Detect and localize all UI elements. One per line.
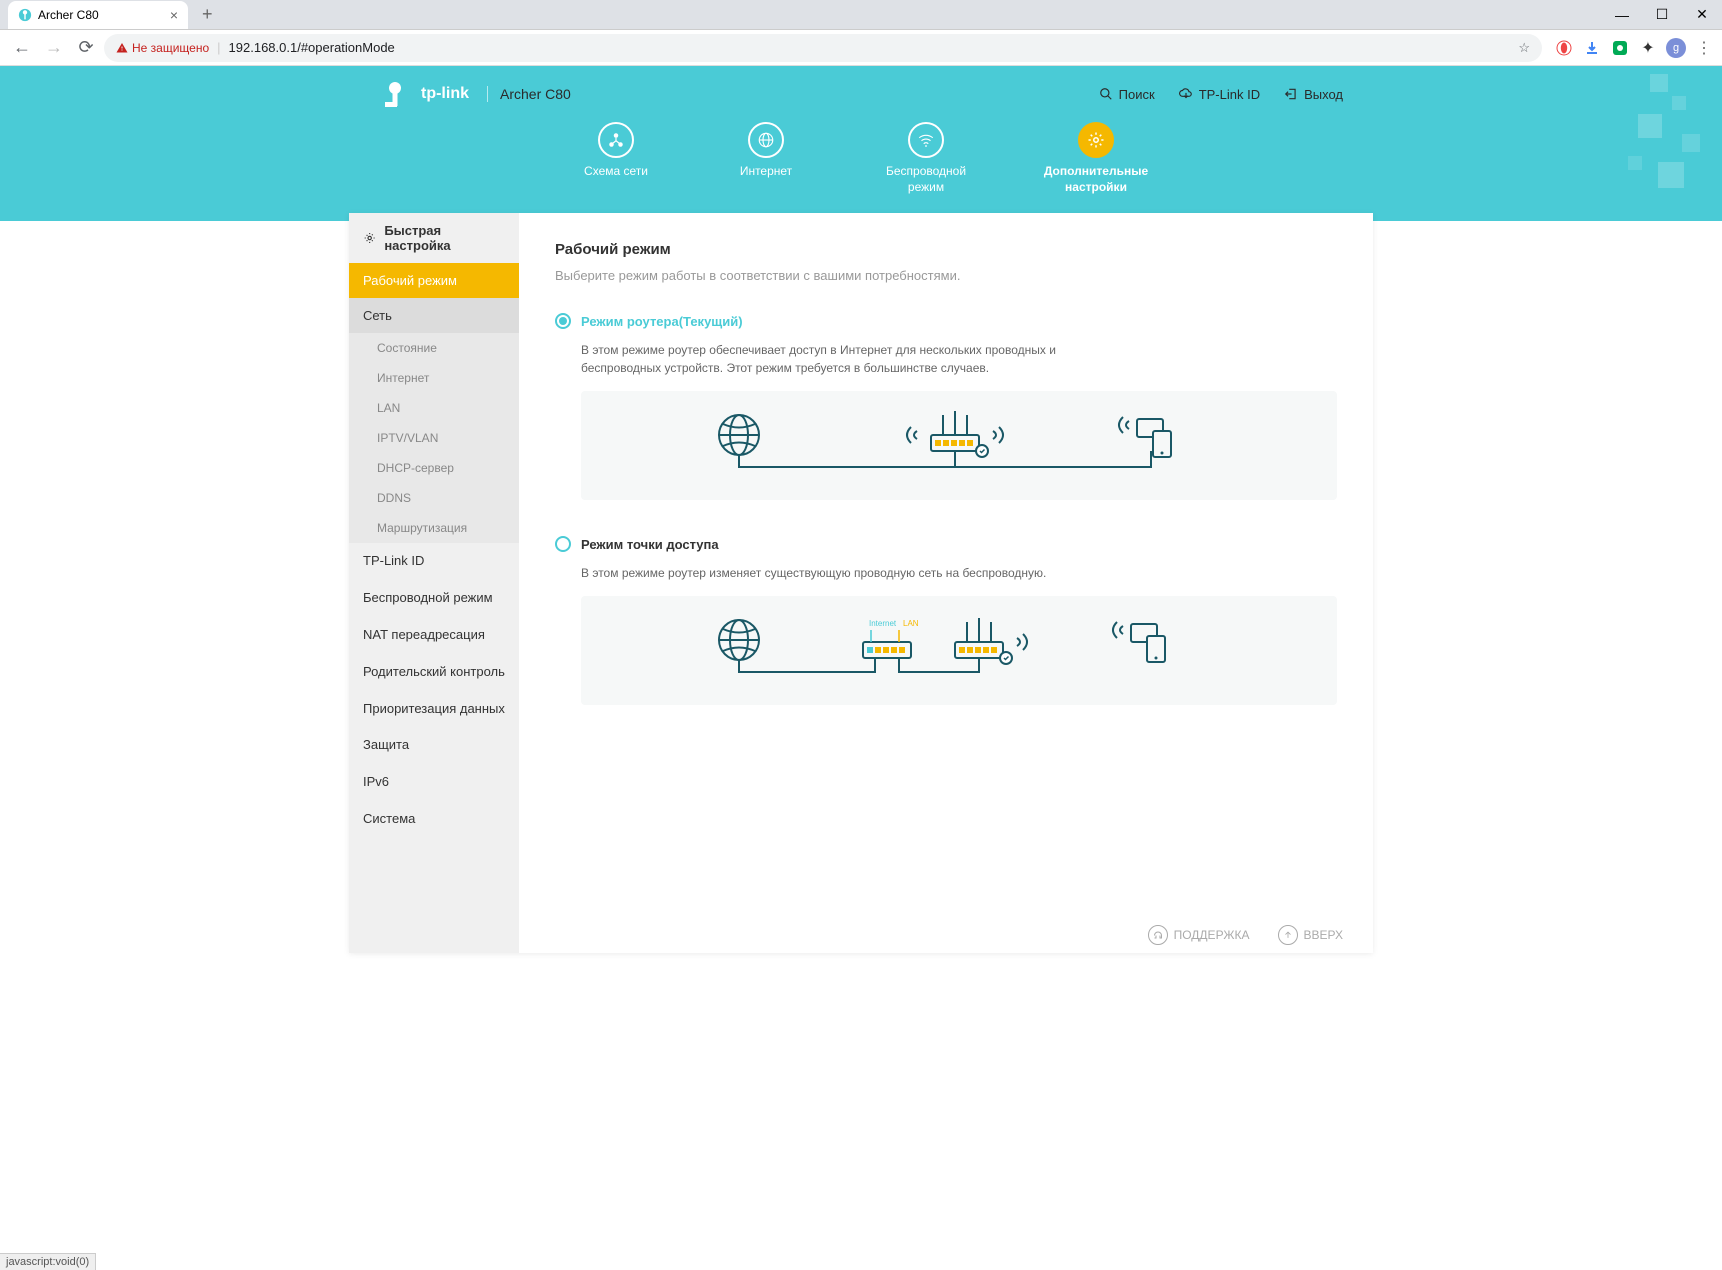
sidebar-qos[interactable]: Приоритезация данных <box>349 691 519 728</box>
sidebar-security[interactable]: Защита <box>349 727 519 764</box>
sidebar-sub-ddns[interactable]: DDNS <box>349 483 519 513</box>
account-action[interactable]: TP-Link ID <box>1179 87 1260 102</box>
sb-label: Быстрая настройка <box>384 223 505 253</box>
arrow-up-icon <box>1278 925 1298 945</box>
gear-icon <box>1087 131 1105 149</box>
support-label: ПОДДЕРЖКА <box>1174 928 1250 942</box>
tab-advanced[interactable]: Дополнительные настройки <box>1041 122 1151 195</box>
support-button[interactable]: ПОДДЕРЖКА <box>1148 925 1250 945</box>
ext-download-icon[interactable] <box>1582 38 1602 58</box>
mode-router-desc: В этом режиме роутер обеспечивает доступ… <box>581 341 1091 377</box>
browser-menu-icon[interactable]: ⋮ <box>1694 38 1714 58</box>
bookmark-star-icon[interactable]: ☆ <box>1518 40 1530 56</box>
sidebar-nat[interactable]: NAT переадресация <box>349 617 519 654</box>
page-footer: ПОДДЕРЖКА ВВЕРХ <box>1148 925 1343 945</box>
panel-subtitle: Выберите режим работы в соответствии с в… <box>555 268 1337 283</box>
sidebar-quick-setup[interactable]: Быстрая настройка <box>349 213 519 263</box>
app-header: tp-link Archer C80 Поиск TP-Link ID Выхо… <box>0 66 1722 221</box>
panel-title: Рабочий режим <box>555 241 1337 258</box>
sidebar-sub-internet[interactable]: Интернет <box>349 363 519 393</box>
logout-action[interactable]: Выход <box>1284 87 1343 102</box>
tab-title: Archer C80 <box>38 8 99 22</box>
diag-label-internet: Internet <box>869 619 897 628</box>
browser-status-bar: javascript:void(0) <box>0 1253 96 1270</box>
sidebar-tplink-id[interactable]: TP-Link ID <box>349 543 519 580</box>
browser-tab[interactable]: Archer C80 × <box>8 1 188 29</box>
content-card: Быстрая настройка Рабочий режим Сеть Сос… <box>349 213 1373 953</box>
cloud-icon <box>1179 87 1193 101</box>
headset-icon <box>1148 925 1168 945</box>
window-controls: — ☐ ✕ <box>1602 0 1722 30</box>
main-panel: Рабочий режим Выберите режим работы в со… <box>519 213 1373 953</box>
browser-tab-strip: Archer C80 × + — ☐ ✕ <box>0 0 1722 30</box>
account-label: TP-Link ID <box>1199 87 1260 102</box>
sidebar-operation-mode[interactable]: Рабочий режим <box>349 263 519 298</box>
insecure-label: Не защищено <box>132 41 209 55</box>
tab-favicon <box>18 8 32 22</box>
sidebar-network[interactable]: Сеть <box>349 298 519 333</box>
main-tabs: Схема сети Интернет Беспроводной режим Д… <box>0 122 1722 195</box>
search-action[interactable]: Поиск <box>1099 87 1155 102</box>
brand-logo: tp-link Archer C80 <box>379 78 571 110</box>
sidebar-ipv6[interactable]: IPv6 <box>349 764 519 801</box>
search-label: Поиск <box>1119 87 1155 102</box>
url-text: 192.168.0.1/#operationMode <box>229 40 395 55</box>
maximize-button[interactable]: ☐ <box>1642 0 1682 30</box>
sidebar-wireless[interactable]: Беспроводной режим <box>349 580 519 617</box>
mode-router-option: Режим роутера(Текущий) В этом режиме роу… <box>555 313 1337 500</box>
tab-label: Беспроводной режим <box>871 164 981 195</box>
router-mode-diagram <box>581 391 1337 500</box>
tab-label: Дополнительные настройки <box>1041 164 1151 195</box>
extensions-area: ✦ g ⋮ <box>1546 38 1714 58</box>
browser-toolbar: ← → ⟳ Не защищено | 192.168.0.1/#operati… <box>0 30 1722 66</box>
sidebar-sub-routing[interactable]: Маршрутизация <box>349 513 519 543</box>
minimize-button[interactable]: — <box>1602 0 1642 30</box>
top-label: ВВЕРХ <box>1304 928 1343 942</box>
tab-internet[interactable]: Интернет <box>721 122 811 195</box>
globe-icon <box>757 131 775 149</box>
profile-avatar[interactable]: g <box>1666 38 1686 58</box>
sidebar-sub-status[interactable]: Состояние <box>349 333 519 363</box>
sidebar-sub-iptv[interactable]: IPTV/VLAN <box>349 423 519 453</box>
radio-router-mode[interactable] <box>555 313 571 329</box>
mode-ap-option: Режим точки доступа В этом режиме роутер… <box>555 536 1337 705</box>
insecure-badge: Не защищено <box>116 41 209 55</box>
network-map-icon <box>607 131 625 149</box>
gear-icon <box>363 231 376 245</box>
radio-ap-mode[interactable] <box>555 536 571 552</box>
mode-ap-title: Режим точки доступа <box>581 537 719 552</box>
sidebar-sub-dhcp[interactable]: DHCP-сервер <box>349 453 519 483</box>
back-button[interactable]: ← <box>8 34 36 62</box>
ap-mode-diagram: Internet LAN <box>581 596 1337 705</box>
forward-button[interactable]: → <box>40 34 68 62</box>
reload-button[interactable]: ⟳ <box>72 34 100 62</box>
tab-label: Схема сети <box>584 164 648 180</box>
close-window-button[interactable]: ✕ <box>1682 0 1722 30</box>
ext-puzzle-icon[interactable]: ✦ <box>1638 38 1658 58</box>
brand-text: tp-link <box>421 85 469 103</box>
diag-label-lan: LAN <box>903 619 919 628</box>
address-bar[interactable]: Не защищено | 192.168.0.1/#operationMode… <box>104 34 1542 62</box>
tab-network-map[interactable]: Схема сети <box>571 122 661 195</box>
top-button[interactable]: ВВЕРХ <box>1278 925 1343 945</box>
mode-ap-desc: В этом режиме роутер изменяет существующ… <box>581 564 1091 582</box>
tab-wireless[interactable]: Беспроводной режим <box>871 122 981 195</box>
logout-label: Выход <box>1304 87 1343 102</box>
search-icon <box>1099 87 1113 101</box>
ext-opera-icon[interactable] <box>1554 38 1574 58</box>
sidebar: Быстрая настройка Рабочий режим Сеть Сос… <box>349 213 519 953</box>
mode-router-title: Режим роутера(Текущий) <box>581 314 743 329</box>
wifi-icon <box>917 131 935 149</box>
model-label: Archer C80 <box>487 86 571 102</box>
new-tab-button[interactable]: + <box>196 4 219 25</box>
sidebar-parental[interactable]: Родительский контроль <box>349 654 519 691</box>
tab-close-icon[interactable]: × <box>170 7 178 23</box>
sidebar-sub-lan[interactable]: LAN <box>349 393 519 423</box>
tab-label: Интернет <box>740 164 792 180</box>
sidebar-system[interactable]: Система <box>349 801 519 838</box>
logout-icon <box>1284 87 1298 101</box>
ext-green-icon[interactable] <box>1610 38 1630 58</box>
